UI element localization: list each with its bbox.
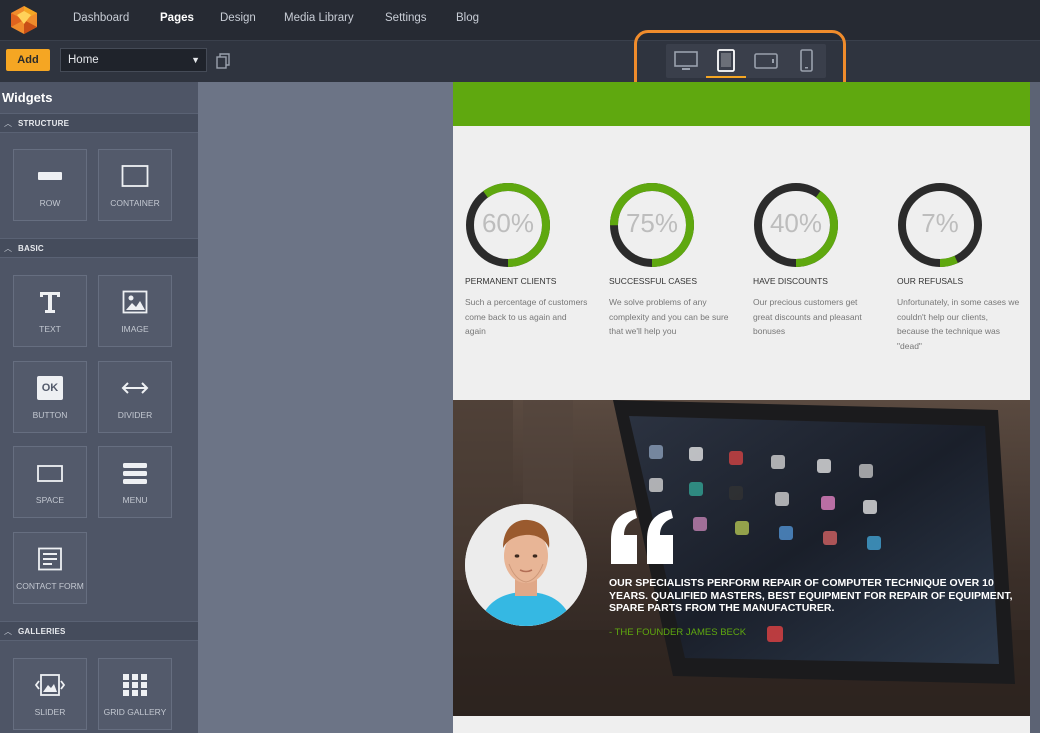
logo-icon[interactable] [8, 4, 40, 36]
widget-menu[interactable]: MENU [98, 446, 172, 518]
device-switcher [666, 44, 826, 78]
widget-label: TEXT [39, 324, 61, 334]
quote-mark-icon [611, 510, 673, 564]
widget-label: DIVIDER [117, 410, 153, 420]
canvas-scrollbar[interactable] [1030, 82, 1040, 733]
phone-icon [800, 49, 813, 72]
image-icon [122, 290, 148, 314]
slider-icon [34, 674, 66, 696]
nav-dashboard[interactable]: Dashboard [73, 12, 129, 24]
stat-description: Such a percentage of customers come back… [465, 297, 588, 336]
section-galleries[interactable]: ︿ GALLERIES [0, 621, 198, 641]
widget-label: SLIDER [34, 707, 66, 717]
progress-ring: 7% [897, 182, 983, 268]
widgets-sidebar: Widgets ︿ STRUCTURE ROW CONTAINER ︿ BASI… [0, 82, 198, 733]
stat-percent: 40% [769, 208, 823, 238]
device-phone-button[interactable] [786, 44, 826, 78]
widget-slider[interactable]: SLIDER [13, 658, 87, 730]
space-icon [37, 465, 63, 482]
copy-page-icon[interactable] [215, 53, 231, 69]
device-tablet-landscape-button[interactable] [746, 44, 786, 78]
widget-label: SPACE [35, 495, 65, 505]
widget-container[interactable]: CONTAINER [98, 149, 172, 221]
chevron-up-icon: ︿ [4, 244, 12, 253]
sidebar-title: Widgets [2, 90, 53, 105]
page-preview[interactable]: 60% PERMANENT CLIENTS Such a percentage … [453, 82, 1030, 733]
section-label: BASIC [18, 244, 44, 253]
ok-button-icon: OK [37, 376, 63, 400]
tablet-icon [717, 49, 735, 72]
stat-description: Unfortunately, in some cases we couldn't… [897, 297, 1020, 351]
widget-contact-form[interactable]: CONTACT FORM [13, 532, 87, 604]
device-tablet-button[interactable] [706, 44, 746, 78]
widget-label: CONTACT FORM [16, 581, 84, 591]
page-select[interactable]: Home ▼ [60, 48, 207, 72]
top-navigation: Dashboard Pages Design Media Library Set… [0, 0, 1040, 40]
widget-label: MENU [122, 495, 148, 505]
next-section-strip[interactable] [453, 716, 1030, 733]
widget-label: BUTTON [32, 410, 68, 420]
desktop-icon [674, 51, 698, 70]
testimonial-author: - THE FOUNDER JAMES BECK [609, 627, 747, 638]
nav-media-library[interactable]: Media Library [284, 12, 354, 24]
add-button[interactable]: Add [6, 49, 50, 71]
container-icon [121, 165, 149, 187]
widget-label: ROW [39, 198, 61, 208]
device-desktop-button[interactable] [666, 44, 706, 78]
nav-blog[interactable]: Blog [456, 12, 479, 24]
nav-pages[interactable]: Pages [160, 12, 194, 24]
widget-button[interactable]: OK BUTTON [13, 361, 87, 433]
stat-percent: 60% [481, 208, 535, 238]
text-icon [40, 292, 60, 313]
founder-photo [465, 504, 587, 626]
section-label: GALLERIES [18, 627, 66, 636]
row-icon [38, 172, 62, 180]
widget-grid-gallery[interactable]: GRID GALLERY [98, 658, 172, 730]
stat-description: Our precious customers get great discoun… [753, 297, 862, 336]
nav-settings[interactable]: Settings [385, 12, 427, 24]
widget-label: IMAGE [121, 324, 149, 334]
menu-icon [123, 463, 147, 484]
section-label: STRUCTURE [18, 119, 70, 128]
progress-ring: 60% [465, 182, 551, 268]
widget-row[interactable]: ROW [13, 149, 87, 221]
stat-title: SUCCESSFUL CASES [609, 276, 698, 286]
widget-space[interactable]: SPACE [13, 446, 87, 518]
founder-avatar [465, 504, 587, 626]
page-select-value: Home [68, 54, 99, 66]
testimonial-section[interactable]: OUR SPECIALISTS PERFORM REPAIR OF COMPUT… [453, 400, 1030, 716]
grid-gallery-icon [123, 674, 147, 696]
chevron-up-icon: ︿ [4, 119, 12, 128]
widget-divider[interactable]: DIVIDER [98, 361, 172, 433]
header-band[interactable] [453, 82, 1030, 126]
stat-title: PERMANENT CLIENTS [465, 276, 557, 286]
nav-design[interactable]: Design [220, 12, 256, 24]
tablet-landscape-icon [754, 53, 778, 69]
testimonial-quote: OUR SPECIALISTS PERFORM REPAIR OF COMPUT… [609, 577, 1013, 614]
stat-title: OUR REFUSALS [897, 276, 964, 286]
stat-percent: 7% [921, 208, 959, 238]
divider-icon [121, 382, 149, 394]
section-basic[interactable]: ︿ BASIC [0, 238, 198, 258]
progress-ring: 40% [753, 182, 839, 268]
widget-text[interactable]: TEXT [13, 275, 87, 347]
widget-image[interactable]: IMAGE [98, 275, 172, 347]
widget-label: CONTAINER [110, 198, 160, 208]
section-structure[interactable]: ︿ STRUCTURE [0, 113, 198, 133]
widget-label: GRID GALLERY [103, 707, 167, 717]
contact-form-icon [38, 547, 62, 571]
chevron-up-icon: ︿ [4, 627, 12, 636]
stat-title: HAVE DISCOUNTS [753, 276, 828, 286]
editor-toolbar: Add Home ▼ [0, 40, 1040, 82]
progress-ring: 75% [609, 182, 695, 268]
stat-description: We solve problems of any complexity and … [609, 297, 729, 336]
stat-percent: 75% [625, 208, 679, 238]
caret-down-icon: ▼ [191, 55, 200, 65]
